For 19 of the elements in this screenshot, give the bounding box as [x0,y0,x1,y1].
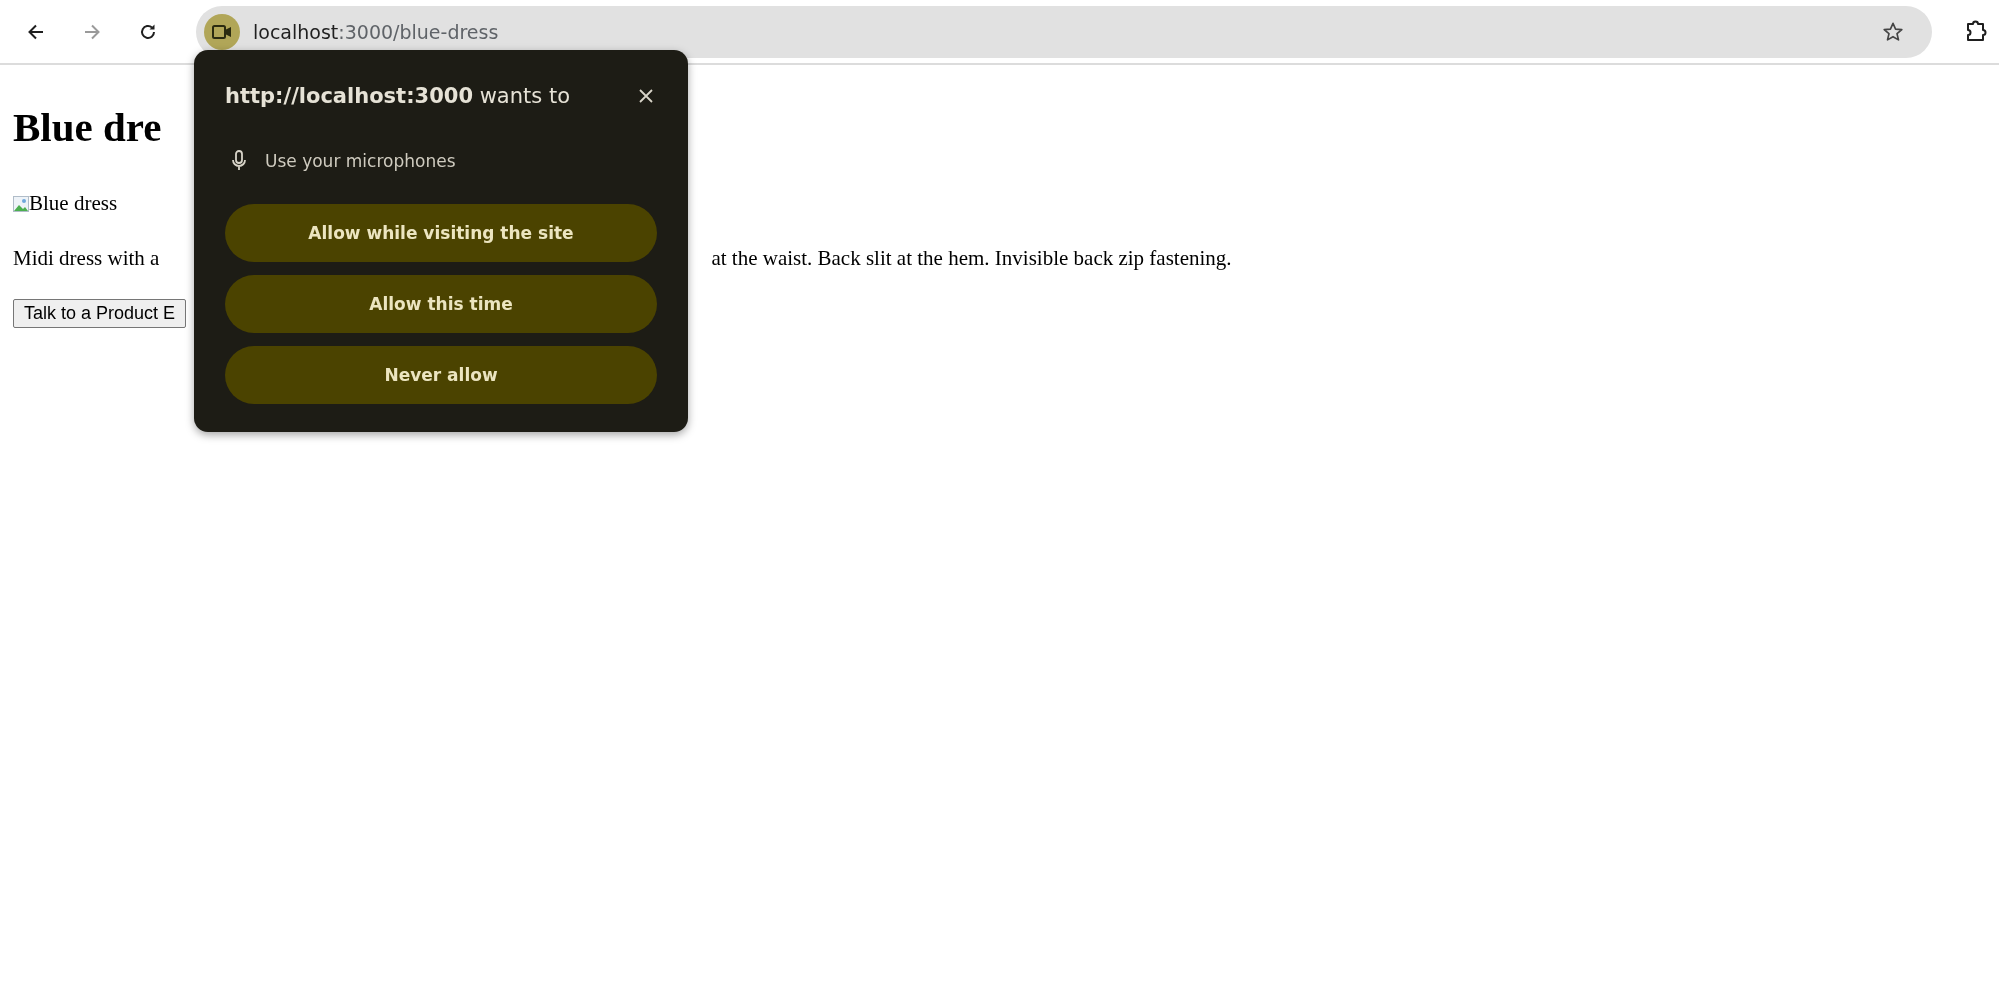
address-text: localhost:3000/blue-dress [253,20,500,43]
permission-button[interactable]: Allow this time [225,275,657,333]
talk-button[interactable]: Talk to a Product E [13,299,187,328]
page-heading: Blue dre [13,103,162,151]
description-text: at the waist. Back slit at the hem. Invisible back zip fastening. [711,246,1232,271]
close-icon [639,89,653,103]
permission-text: Use your microphones [265,151,456,171]
description-text: Midi dress with a [13,246,160,271]
permission-button[interactable]: Allow while visiting the site [225,204,657,262]
permission-button[interactable]: Never allow [225,346,657,404]
camera-badge[interactable] [204,13,240,50]
image-alt-text: Blue dress [29,191,118,216]
address-bar[interactable]: localhost:3000/blue-dress [196,5,1932,58]
popup-title: http://localhost:3000 wants to [225,84,570,108]
microphone-icon [231,150,247,172]
broken-image-icon [13,195,29,212]
puzzle-icon[interactable] [1964,19,1988,44]
star-icon[interactable] [1882,20,1904,43]
camera-icon [212,23,232,40]
